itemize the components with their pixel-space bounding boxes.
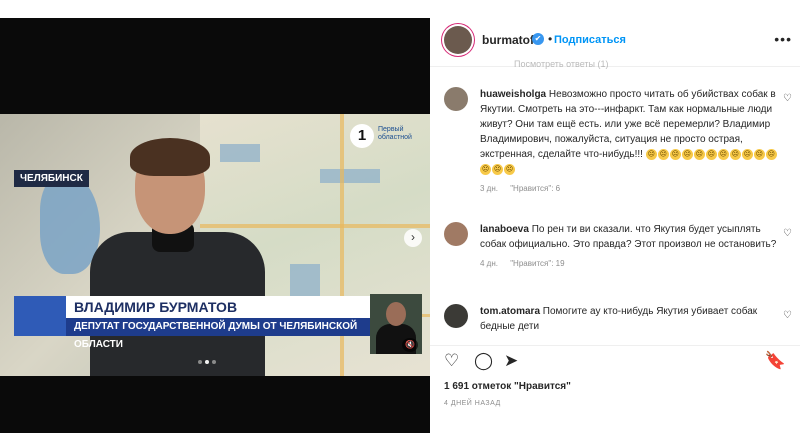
comment-like-icon[interactable]: ♡ — [783, 310, 792, 321]
comment-text-block: tom.atomara Помогите ау кто-нибудь Якути… — [480, 304, 780, 334]
city-tag: ЧЕЛЯБИНСК — [14, 170, 89, 187]
lower-third-caption: ВЛАДИМИР БУРМАТОВ ДЕПУТАТ ГОСУДАРСТВЕННО… — [14, 296, 370, 350]
comment-icon[interactable]: ◯ — [474, 351, 493, 371]
sad-face-emoji-icon: ☹ — [693, 148, 705, 160]
carousel-dot[interactable] — [205, 360, 209, 364]
comment-like-icon[interactable]: ♡ — [783, 228, 792, 239]
like-icon[interactable]: ♡ — [444, 351, 459, 371]
title-caption: ДЕПУТАТ ГОСУДАРСТВЕННОЙ ДУМЫ ОТ ЧЕЛЯБИНС… — [14, 318, 370, 350]
save-icon[interactable]: 🔖 — [765, 351, 786, 371]
sad-face-emoji-icon: ☹ — [705, 148, 717, 160]
mute-icon[interactable]: 🔇 — [402, 338, 418, 352]
comment-like-count[interactable]: "Нравится": 6 — [510, 184, 560, 193]
post-video[interactable]: ЧЕЛЯБИНСК 1 Первый областной ВЛАДИМИР БУ… — [0, 114, 430, 376]
next-slide-button[interactable]: › — [404, 229, 422, 247]
avatar[interactable] — [444, 222, 468, 246]
avatar[interactable] — [444, 87, 468, 111]
sad-face-emoji-icon: ☹ — [492, 163, 503, 175]
verified-badge-icon: ✔ — [532, 33, 544, 45]
share-icon[interactable]: ➤ — [504, 351, 518, 371]
caption-deco — [14, 296, 66, 336]
sad-face-emoji-icon: ☹ — [657, 148, 669, 160]
comment-age: 4 дн. — [480, 259, 498, 268]
comment-username[interactable]: lanaboeva — [480, 224, 529, 235]
comment-text-block: lanaboeva По рен ти ви сказали. что Якут… — [480, 222, 780, 271]
channel-name: Первый областной — [378, 126, 412, 141]
post-actions-bar: ♡ ◯ ➤ 🔖 — [430, 345, 800, 374]
comment-like-count[interactable]: "Нравится": 19 — [510, 259, 564, 268]
sad-face-emoji-icon: ☹ — [729, 148, 741, 160]
avatar[interactable] — [444, 304, 468, 328]
sad-face-emoji-icon: ☹ — [753, 148, 765, 160]
sad-face-emoji-icon: ☹ — [504, 163, 515, 175]
comment-text-block: huaweisholga Невозможно просто читать об… — [480, 87, 780, 196]
likes-count[interactable]: 1 691 отметок "Нравится" — [444, 381, 571, 392]
carousel-dots — [198, 360, 216, 364]
separator-dot: • — [548, 32, 553, 46]
sad-face-emoji-icon: ☹ — [645, 148, 657, 160]
sad-face-emoji-icon: ☹ — [717, 148, 729, 160]
sad-face-emoji-icon: ☹ — [480, 163, 491, 175]
top-strip — [0, 0, 430, 18]
follow-button[interactable]: Подписаться — [554, 34, 626, 46]
sad-face-emoji-icon: ☹ — [681, 148, 693, 160]
comment-meta: 3 дн. "Нравится": 6 — [480, 181, 780, 196]
sad-face-emoji-icon: ☹ — [765, 148, 777, 160]
comment-username[interactable]: tom.atomara — [480, 306, 540, 317]
carousel-dot[interactable] — [198, 360, 202, 364]
post-sidebar: burmatoff ✔ • Подписаться ••• Посмотреть… — [430, 0, 800, 433]
comment-meta: 4 дн. "Нравится": 19 — [480, 256, 780, 271]
avatar[interactable] — [444, 26, 472, 54]
media-panel: ЧЕЛЯБИНСК 1 Первый областной ВЛАДИМИР БУ… — [0, 18, 430, 433]
name-caption: ВЛАДИМИР БУРМАТОВ — [14, 296, 370, 318]
channel-logo: 1 — [350, 124, 374, 148]
view-replies-link[interactable]: Посмотреть ответы (1) — [514, 59, 609, 69]
comment-username[interactable]: huaweisholga — [480, 89, 546, 100]
comment-like-icon[interactable]: ♡ — [783, 93, 792, 104]
sad-face-emoji-icon: ☹ — [741, 148, 753, 160]
comment-age: 3 дн. — [480, 184, 498, 193]
post-date: 4 ДНЕЙ НАЗАД — [444, 400, 501, 407]
post-header: burmatoff ✔ • Подписаться ••• — [430, 18, 800, 67]
post-username[interactable]: burmatoff — [482, 33, 538, 47]
more-options-icon[interactable]: ••• — [774, 31, 792, 47]
carousel-dot[interactable] — [212, 360, 216, 364]
sad-face-emoji-icon: ☹ — [669, 148, 681, 160]
